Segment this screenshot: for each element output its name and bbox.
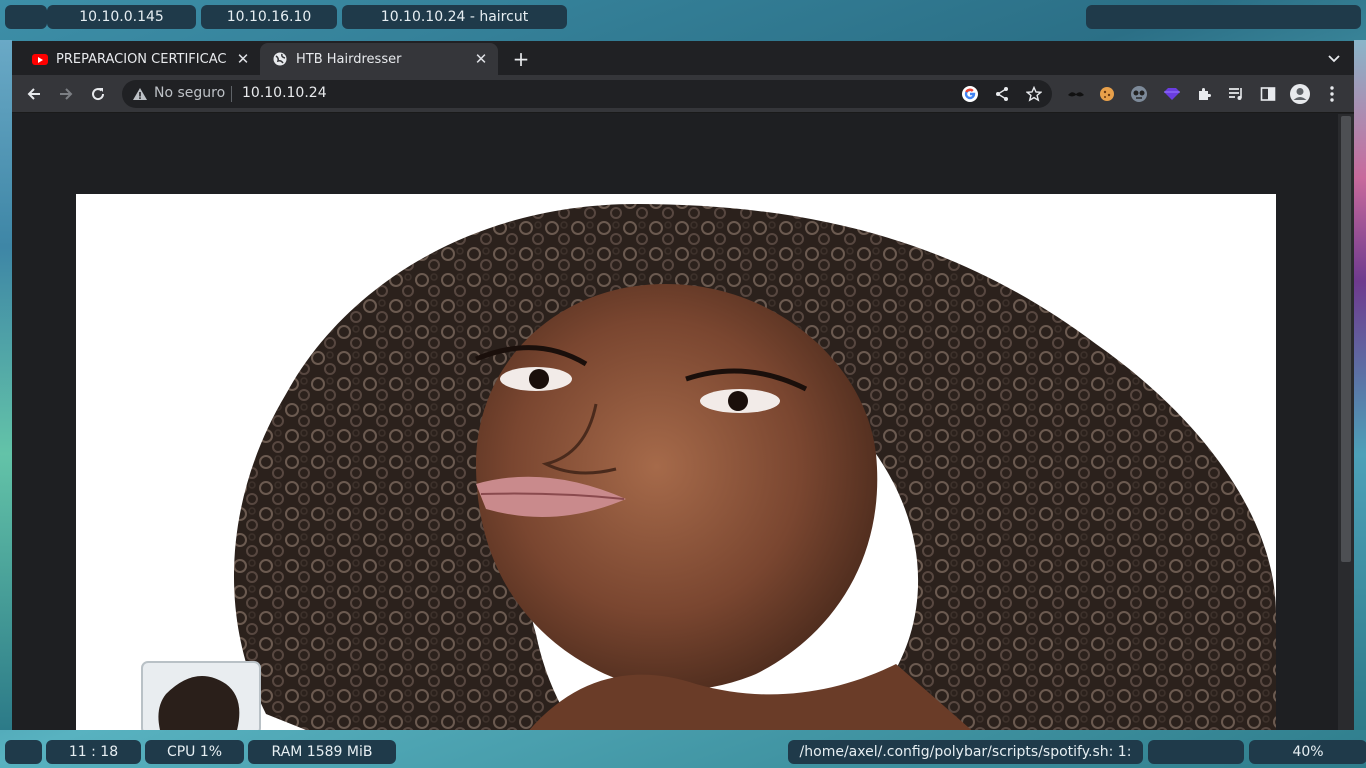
wallpaper-right bbox=[1354, 40, 1366, 730]
tab-title: PREPARACIÓN CERTIFICACI bbox=[56, 51, 226, 67]
close-icon[interactable]: ✕ bbox=[232, 48, 254, 70]
workspace-0[interactable] bbox=[5, 5, 47, 29]
extension-diamond-icon[interactable] bbox=[1160, 82, 1184, 106]
browser-toolbar: No seguro 10.10.10.24 bbox=[12, 75, 1354, 113]
warning-icon[interactable] bbox=[132, 86, 148, 102]
scrollbar-thumb[interactable] bbox=[1341, 116, 1351, 562]
volume-level[interactable]: 40% bbox=[1249, 740, 1366, 764]
workspace-2[interactable]: 10.10.16.10 bbox=[201, 5, 337, 29]
top-status-bar: 10.10.0.145 10.10.16.10 10.10.10.24 - ha… bbox=[0, 0, 1366, 34]
extension-cookie-icon[interactable] bbox=[1095, 82, 1119, 106]
youtube-icon bbox=[32, 51, 48, 67]
globe-icon bbox=[272, 51, 288, 67]
tab-htb-hairdresser[interactable]: HTB Hairdresser ✕ bbox=[260, 43, 498, 75]
launcher-pill[interactable] bbox=[5, 740, 42, 764]
address-bar[interactable]: No seguro 10.10.10.24 bbox=[122, 80, 1052, 108]
google-icon[interactable] bbox=[960, 84, 980, 104]
side-panel-icon[interactable] bbox=[1256, 82, 1280, 106]
tab-youtube[interactable]: PREPARACIÓN CERTIFICACI ✕ bbox=[20, 43, 260, 75]
new-tab-button[interactable]: + bbox=[508, 46, 534, 72]
menu-kebab-icon[interactable] bbox=[1320, 82, 1344, 106]
browser-window: PREPARACIÓN CERTIFICACI ✕ HTB Hairdresse… bbox=[12, 41, 1354, 730]
extension-mustache-icon[interactable] bbox=[1064, 82, 1088, 106]
wallpaper-left bbox=[0, 40, 12, 730]
ram-usage: RAM 1589 MiB bbox=[248, 740, 396, 764]
bottom-status-bar: 11 : 18 CPU 1% RAM 1589 MiB /home/axel/.… bbox=[0, 736, 1366, 768]
page-viewport bbox=[12, 114, 1338, 730]
tab-search-icon[interactable] bbox=[1322, 47, 1346, 71]
workspace-1[interactable]: 10.10.0.145 bbox=[47, 5, 196, 29]
media-queue-icon[interactable] bbox=[1224, 82, 1248, 106]
bookmark-star-icon[interactable] bbox=[1024, 84, 1044, 104]
empty-module bbox=[1148, 740, 1244, 764]
close-icon[interactable]: ✕ bbox=[470, 48, 492, 70]
forward-button[interactable] bbox=[54, 82, 78, 106]
security-label[interactable]: No seguro bbox=[154, 85, 225, 101]
url-text[interactable]: 10.10.10.24 bbox=[242, 85, 327, 101]
extensions-puzzle-icon[interactable] bbox=[1192, 82, 1216, 106]
clock: 11 : 18 bbox=[46, 740, 141, 764]
page-scrollbar[interactable] bbox=[1338, 114, 1354, 730]
divider bbox=[231, 86, 232, 102]
reload-button[interactable] bbox=[86, 82, 110, 106]
extension-glasses-icon[interactable] bbox=[1127, 82, 1151, 106]
back-button[interactable] bbox=[22, 82, 46, 106]
tray-area bbox=[1086, 5, 1361, 29]
hairdresser-photo bbox=[76, 194, 1276, 730]
share-icon[interactable] bbox=[992, 84, 1012, 104]
spotify-status: /home/axel/.config/polybar/scripts/spoti… bbox=[788, 740, 1143, 764]
workspace-3[interactable]: 10.10.10.24 - haircut bbox=[342, 5, 567, 29]
tab-strip: PREPARACIÓN CERTIFICACI ✕ HTB Hairdresse… bbox=[12, 41, 1354, 75]
tab-title: HTB Hairdresser bbox=[296, 51, 402, 67]
cpu-usage: CPU 1% bbox=[145, 740, 244, 764]
profile-avatar-icon[interactable] bbox=[1288, 82, 1312, 106]
